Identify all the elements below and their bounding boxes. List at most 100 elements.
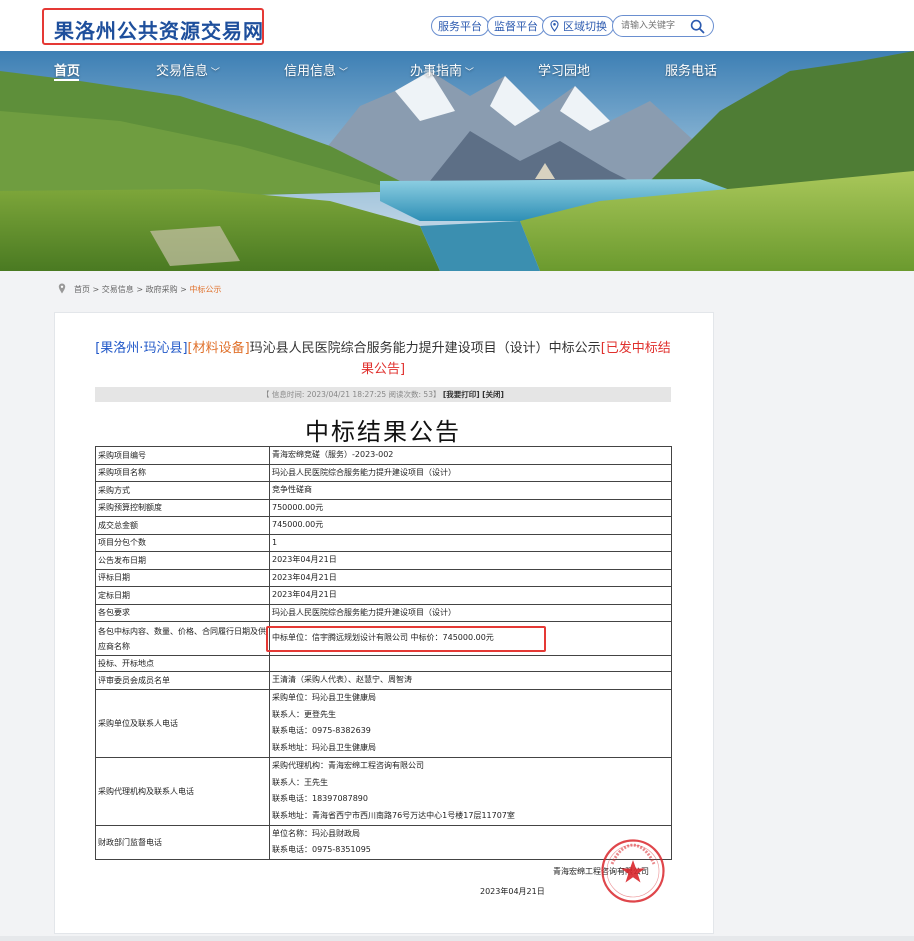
nav-guide-label: 办事指南 bbox=[410, 64, 463, 79]
row-value: 2023年04月21日 bbox=[269, 568, 672, 587]
nav-learning[interactable]: 学习园地 bbox=[538, 60, 590, 79]
table-row: 采购代理机构及联系人电话 采购代理机构：青海宏绵工程咨询有限公司 联系人：王先生 联系… bbox=[95, 756, 672, 826]
row-value-line: 2023年04月21日 bbox=[272, 590, 337, 599]
table-row: 采购预算控制额度 750000.00元 bbox=[95, 498, 672, 517]
close-button[interactable]: [关闭] bbox=[482, 390, 504, 399]
site-logo[interactable]: 果洛州公共资源交易网 bbox=[42, 8, 264, 45]
table-row: 项目分包个数 1 bbox=[95, 533, 672, 552]
row-label: 各包中标内容、数量、价格、合同履行日期及供应商名称 bbox=[95, 621, 270, 656]
chevron-down-icon: ﹀ bbox=[336, 68, 348, 78]
search-icon[interactable] bbox=[690, 19, 705, 34]
row-label: 采购项目名称 bbox=[95, 463, 270, 482]
location-pin-icon bbox=[550, 20, 559, 32]
table-row: 采购单位及联系人电话 采购单位：玛沁县卫生健康局 联系人：更登先生 联系电话：0975… bbox=[95, 688, 672, 758]
article-title: [果洛州·玛沁县][材料设备]玛沁县人民医院综合服务能力提升建设项目（设计）中标… bbox=[94, 338, 672, 380]
supervision-platform-link[interactable]: 监督平台 bbox=[487, 16, 545, 36]
search-box bbox=[612, 15, 714, 37]
breadcrumb-separator: > bbox=[180, 285, 187, 294]
row-value: 王清清（采购人代表）、赵慧宁、周智涛 bbox=[269, 671, 672, 690]
winner-highlight-box bbox=[266, 626, 546, 652]
breadcrumb-trade-info[interactable]: 交易信息 bbox=[102, 285, 134, 294]
chevron-down-icon: ﹀ bbox=[208, 68, 220, 78]
table-row: 公告发布日期 2023年04月21日 bbox=[95, 551, 672, 570]
document-heading: 中标结果公告 bbox=[305, 418, 461, 446]
row-value-line: 联系人：王先生 bbox=[272, 777, 328, 787]
table-row: 采购项目名称 玛沁县人民医院综合服务能力提升建设项目（设计） bbox=[95, 463, 672, 482]
row-value-line: 联系电话：0975-8382639 bbox=[272, 726, 371, 735]
row-value-line: 联系电话：18397087890 bbox=[272, 794, 368, 803]
row-value-line: 青海宏绵竞磋（服务）-2023-002 bbox=[272, 450, 394, 459]
row-value-line: 玛沁县人民医院综合服务能力提升建设项目（设计） bbox=[272, 467, 456, 477]
row-label: 项目分包个数 bbox=[95, 533, 270, 552]
breadcrumb-procurement[interactable]: 政府采购 bbox=[146, 285, 178, 294]
nav-guide[interactable]: 办事指南 ﹀ bbox=[410, 60, 474, 79]
site-title: 果洛州公共资源交易网 bbox=[54, 19, 264, 43]
row-value: 2023年04月21日 bbox=[269, 586, 672, 605]
article-title-text: 玛沁县人民医院综合服务能力提升建设项目（设计）中标公示 bbox=[249, 341, 601, 356]
row-value: 采购代理机构：青海宏绵工程咨询有限公司 联系人：王先生 联系电话：183970878… bbox=[269, 756, 672, 826]
print-button[interactable]: [我要打印] bbox=[443, 390, 480, 399]
table-row: 评审委员会成员名单 王清清（采购人代表）、赵慧宁、周智涛 bbox=[95, 671, 672, 690]
row-value-line: 王清清（采购人代表）、赵慧宁、周智涛 bbox=[272, 675, 412, 684]
table-row: 采购项目编号 青海宏绵竞磋（服务）-2023-002 bbox=[95, 446, 672, 465]
table-row: 定标日期 2023年04月21日 bbox=[95, 586, 672, 605]
article-meta-bar: 【 信息时间: 2023/04/21 18:27:25 阅读次数: 53】 [我… bbox=[95, 387, 671, 402]
chevron-down-icon: ﹀ bbox=[462, 68, 474, 78]
nav-trade-info[interactable]: 交易信息 ﹀ bbox=[156, 60, 220, 79]
region-switch-button[interactable]: 区域切换 bbox=[542, 16, 614, 36]
region-tag[interactable]: [果洛州·玛沁县] bbox=[95, 341, 187, 356]
service-platform-link[interactable]: 服务平台 bbox=[431, 16, 489, 36]
row-value: 2023年04月21日 bbox=[269, 551, 672, 570]
breadcrumb-home[interactable]: 首页 bbox=[74, 285, 90, 294]
main-nav: 首页 交易信息 ﹀ 信用信息 ﹀ 办事指南 ﹀ 学习园地 服务电话 bbox=[0, 51, 914, 83]
row-value-line: 2023年04月21日 bbox=[272, 572, 337, 582]
row-value: 采购单位：玛沁县卫生健康局 联系人：更登先生 联系电话：0975-8382639 联系… bbox=[269, 688, 672, 758]
nav-credit-info[interactable]: 信用信息 ﹀ bbox=[284, 60, 348, 79]
row-value: 青海宏绵竞磋（服务）-2023-002 bbox=[269, 446, 672, 465]
row-label: 公告发布日期 bbox=[95, 551, 270, 570]
nav-credit-info-label: 信用信息 bbox=[284, 64, 337, 79]
table-row: 采购方式 竞争性磋商 bbox=[95, 481, 672, 500]
row-label: 采购单位及联系人电话 bbox=[95, 688, 270, 758]
table-row: 财政部门监督电话 单位名称：玛沁县财政局 联系电话：0975-8351095 bbox=[95, 824, 672, 860]
row-label: 评审委员会成员名单 bbox=[95, 671, 270, 690]
search-input[interactable] bbox=[621, 19, 689, 33]
row-label: 成交总金额 bbox=[95, 516, 270, 535]
row-label: 财政部门监督电话 bbox=[95, 824, 270, 860]
hero-banner: 首页 交易信息 ﹀ 信用信息 ﹀ 办事指南 ﹀ 学习园地 服务电话 bbox=[0, 51, 914, 271]
category-tag[interactable]: [材料设备] bbox=[188, 341, 250, 356]
nav-trade-info-label: 交易信息 bbox=[156, 64, 209, 79]
row-value: 750000.00元 bbox=[269, 498, 672, 517]
row-value: 1 bbox=[269, 533, 672, 552]
nav-service-phone[interactable]: 服务电话 bbox=[665, 60, 717, 79]
breadcrumb-separator: > bbox=[136, 285, 144, 294]
table-row: 评标日期 2023年04月21日 bbox=[95, 568, 672, 587]
row-value-line: 竞争性磋商 bbox=[272, 485, 312, 494]
row-value: 竞争性磋商 bbox=[269, 481, 672, 500]
row-label: 投标、开标地点 bbox=[95, 655, 270, 672]
breadcrumb-current: 中标公示 bbox=[189, 285, 222, 294]
row-label: 采购方式 bbox=[95, 481, 270, 500]
row-value-line: 2023年04月21日 bbox=[272, 555, 337, 564]
site-header: 果洛州公共资源交易网 服务平台 监督平台 区域切换 bbox=[0, 0, 914, 51]
row-value-line: 玛沁县人民医院综合服务能力提升建设项目（设计） bbox=[272, 607, 456, 617]
row-value: 玛沁县人民医院综合服务能力提升建设项目（设计） bbox=[269, 463, 672, 482]
nav-active-indicator bbox=[54, 79, 79, 81]
row-label: 评标日期 bbox=[95, 568, 270, 587]
row-value-line: 1 bbox=[272, 537, 278, 547]
table-row: 投标、开标地点 bbox=[95, 655, 672, 672]
table-row: 各包要求 玛沁县人民医院综合服务能力提升建设项目（设计） bbox=[95, 603, 672, 622]
row-value-line: 745000.00元 bbox=[272, 520, 324, 529]
official-seal-stamp bbox=[601, 839, 665, 903]
row-value: 745000.00元 bbox=[269, 516, 672, 535]
row-value-line: 750000.00元 bbox=[272, 502, 324, 512]
sign-date: 2023年04月21日 bbox=[480, 887, 545, 896]
row-value bbox=[269, 655, 672, 672]
row-label: 各包要求 bbox=[95, 603, 270, 622]
landscape-banner-image bbox=[0, 51, 914, 271]
row-value: 玛沁县人民医院综合服务能力提升建设项目（设计） bbox=[269, 603, 672, 622]
region-switch-label: 区域切换 bbox=[563, 20, 607, 33]
row-label: 采购代理机构及联系人电话 bbox=[95, 756, 270, 826]
row-value-line: 联系人：更登先生 bbox=[272, 709, 336, 719]
nav-home[interactable]: 首页 bbox=[54, 60, 80, 79]
